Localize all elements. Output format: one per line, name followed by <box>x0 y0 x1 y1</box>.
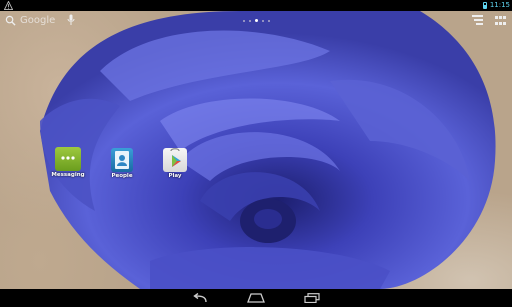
page-dot <box>268 19 270 22</box>
page-indicator <box>243 19 270 22</box>
app-play-store[interactable]: Play <box>155 148 195 179</box>
back-button[interactable] <box>189 292 211 304</box>
mic-icon[interactable] <box>67 14 75 26</box>
play-store-icon <box>163 148 187 172</box>
page-dot <box>249 19 251 22</box>
people-icon <box>111 148 133 172</box>
all-apps-icon[interactable] <box>495 15 506 25</box>
app-label: Messaging <box>51 172 85 178</box>
messaging-icon <box>55 147 81 171</box>
page-dot <box>262 19 264 22</box>
app-people[interactable]: People <box>102 148 142 179</box>
status-bar: 11:15 <box>0 0 512 11</box>
back-icon <box>193 293 207 303</box>
warning-icon <box>4 1 13 10</box>
navigation-bar <box>0 289 512 307</box>
google-label: Google <box>20 14 56 26</box>
search-icon <box>5 15 16 26</box>
recents-icon <box>304 293 320 303</box>
app-messaging[interactable]: Messaging <box>48 147 88 178</box>
recents-button[interactable] <box>301 292 323 304</box>
app-label: Play <box>168 173 182 179</box>
page-dot <box>243 19 245 22</box>
status-right: 11:15 <box>482 0 510 11</box>
top-right-icons <box>472 15 506 25</box>
clock: 11:15 <box>489 1 510 9</box>
app-label: People <box>111 173 133 179</box>
page-dot-active <box>255 19 258 22</box>
widgets-icon[interactable] <box>472 15 483 25</box>
home-button[interactable] <box>245 292 267 304</box>
battery-icon <box>482 2 487 9</box>
google-search-bar[interactable]: Google <box>5 13 55 27</box>
home-icon <box>247 293 265 303</box>
